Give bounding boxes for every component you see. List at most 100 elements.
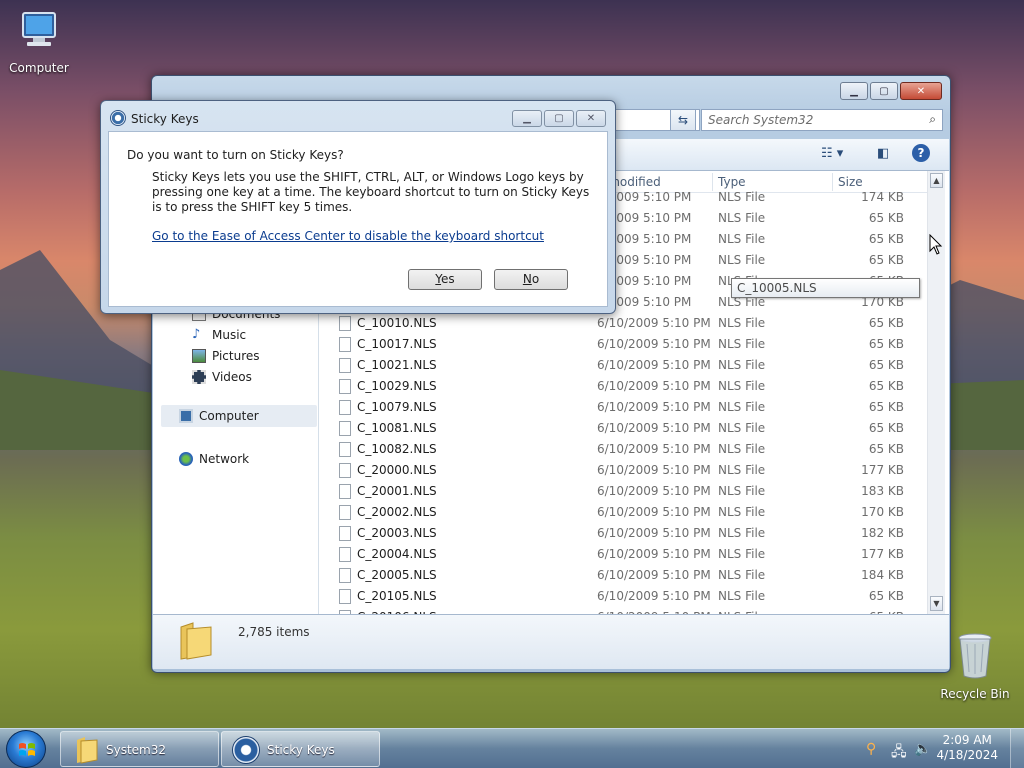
file-icon (339, 547, 351, 562)
file-type: NLS File (718, 211, 766, 225)
details-pane: 2,785 items (153, 614, 949, 669)
nav-item-network[interactable]: Network (179, 452, 249, 466)
start-button[interactable] (6, 730, 46, 768)
nav-item-music[interactable]: ♪ Music (192, 328, 247, 343)
taskbar: System32 Sticky Keys ⚲ 🖧 🔈 2:09 AM 4/18/… (0, 728, 1024, 768)
file-date: 6/10/2009 5:10 PM (597, 421, 711, 435)
file-name: C_20000.NLS (357, 463, 437, 477)
help-icon[interactable]: ? (912, 144, 930, 162)
ease-of-access-icon (110, 110, 126, 126)
minimize-icon: ▁ (850, 85, 858, 97)
desktop-icon-computer[interactable]: Computer (2, 10, 76, 75)
folder-icon (180, 622, 212, 660)
no-button[interactable]: No (494, 269, 568, 290)
file-type: NLS File (718, 253, 766, 267)
table-row[interactable]: C_10079.NLS 6/10/2009 5:10 PM NLS File 65 K… (319, 397, 931, 418)
desktop-icon-label: Recycle Bin (940, 687, 1010, 701)
taskbar-item-label: Sticky Keys (267, 743, 335, 757)
file-name: C_20003.NLS (357, 526, 437, 540)
view-options-icon[interactable]: ☷ ▾ (821, 146, 843, 161)
table-row[interactable]: C_20004.NLS 6/10/2009 5:10 PM NLS File 177 … (319, 544, 931, 565)
file-size: 170 KB (861, 505, 904, 519)
file-name: C_10079.NLS (357, 400, 437, 414)
file-icon (339, 589, 351, 604)
file-name: C_10017.NLS (357, 337, 437, 351)
table-row[interactable]: C_10010.NLS 6/10/2009 5:10 PM NLS File 65 K… (319, 313, 931, 334)
maximize-button[interactable]: ▢ (870, 82, 898, 100)
minimize-button[interactable]: ▁ (512, 110, 542, 127)
minimize-button[interactable]: ▁ (840, 82, 868, 100)
magnifier-icon[interactable]: ⚲ (866, 741, 876, 757)
file-icon (339, 316, 351, 331)
show-desktop-button[interactable] (1010, 729, 1024, 768)
file-icon (339, 421, 351, 436)
table-row[interactable]: C_20000.NLS 6/10/2009 5:10 PM NLS File 177 … (319, 460, 931, 481)
file-name: C_20004.NLS (357, 547, 437, 561)
file-name: C_20002.NLS (357, 505, 437, 519)
maximize-icon: ▢ (879, 85, 889, 97)
system-clock[interactable]: 2:09 AM 4/18/2024 (936, 733, 998, 763)
computer-icon (179, 409, 193, 423)
file-name: C_20005.NLS (357, 568, 437, 582)
search-placeholder: Search System32 (708, 113, 814, 127)
nav-label: Music (212, 328, 247, 342)
search-input[interactable]: Search System32 ⌕ (701, 109, 943, 131)
table-row[interactable]: C_10017.NLS 6/10/2009 5:10 PM NLS File 65 K… (319, 334, 931, 355)
table-row[interactable]: C_10081.NLS 6/10/2009 5:10 PM NLS File 65 K… (319, 418, 931, 439)
close-button[interactable]: ✕ (900, 82, 942, 100)
table-row[interactable]: C_10082.NLS 6/10/2009 5:10 PM NLS File 65 K… (319, 439, 931, 460)
no-label: o (531, 272, 540, 286)
volume-muted-icon[interactable]: 🔈 (914, 741, 931, 757)
close-button[interactable]: ✕ (576, 110, 606, 127)
file-size: 65 KB (868, 442, 904, 456)
file-date: 6/10/2009 5:10 PM (597, 484, 711, 498)
nav-item-computer[interactable]: Computer (161, 405, 317, 427)
file-size: 65 KB (868, 400, 904, 414)
table-row[interactable]: C_20001.NLS 6/10/2009 5:10 PM NLS File 183 … (319, 481, 931, 502)
scroll-down-button[interactable]: ▼ (930, 596, 943, 611)
table-row[interactable]: C_20105.NLS 6/10/2009 5:10 PM NLS File 65 K… (319, 586, 931, 607)
refresh-icon: ⇆ (677, 113, 689, 127)
nav-item-pictures[interactable]: Pictures (192, 349, 260, 363)
sticky-keys-dialog[interactable]: Sticky Keys ▁ ▢ ✕ Do you want to turn on… (100, 100, 616, 314)
file-size: 65 KB (868, 232, 904, 246)
preview-pane-icon[interactable]: ◧ (877, 146, 889, 161)
table-row[interactable]: C_20002.NLS 6/10/2009 5:10 PM NLS File 170 … (319, 502, 931, 523)
file-name: C_10021.NLS (357, 358, 437, 372)
file-type: NLS File (718, 421, 766, 435)
file-icon (339, 442, 351, 457)
file-date: 6/10/2009 5:10 PM (597, 463, 711, 477)
file-type: NLS File (718, 526, 766, 540)
ease-of-access-link[interactable]: Go to the Ease of Access Center to disab… (152, 229, 544, 243)
table-row[interactable]: C_20003.NLS 6/10/2009 5:10 PM NLS File 182 … (319, 523, 931, 544)
yes-button[interactable]: Yes (408, 269, 482, 290)
maximize-button[interactable]: ▢ (544, 110, 574, 127)
close-icon: ✕ (586, 113, 596, 124)
desktop-icon-label: Computer (9, 61, 69, 75)
search-icon[interactable]: ⌕ (929, 112, 936, 127)
mouse-cursor-icon (929, 234, 943, 255)
table-row[interactable]: C_20005.NLS 6/10/2009 5:10 PM NLS File 184 … (319, 565, 931, 586)
table-row[interactable]: C_10021.NLS 6/10/2009 5:10 PM NLS File 65 K… (319, 355, 931, 376)
file-icon (339, 358, 351, 373)
file-name: C_10010.NLS (357, 316, 437, 330)
file-icon (339, 463, 351, 478)
network-icon (179, 452, 193, 466)
nav-item-videos[interactable]: Videos (192, 370, 252, 384)
file-type: NLS File (718, 358, 766, 372)
file-size: 182 KB (861, 526, 904, 540)
table-row[interactable]: C_20106.NLS6/10/2009 5:10 PMNLS File65 K… (319, 607, 931, 614)
file-date: 6/10/2009 5:10 PM (597, 400, 711, 414)
dialog-description: Sticky Keys lets you use the SHIFT, CTRL… (152, 170, 590, 214)
taskbar-item-system32[interactable]: System32 (60, 731, 219, 767)
file-name: C_20105.NLS (357, 589, 437, 603)
file-icon (339, 337, 351, 352)
network-tray-icon[interactable]: 🖧 (891, 741, 907, 765)
taskbar-item-sticky-keys[interactable]: Sticky Keys (221, 731, 380, 767)
recycle-bin-icon (958, 633, 992, 679)
refresh-button[interactable]: ⇆ (670, 109, 696, 131)
file-size: 65 KB (868, 589, 904, 603)
dialog-body: Do you want to turn on Sticky Keys? Stic… (108, 131, 608, 307)
scroll-up-button[interactable]: ▲ (930, 173, 943, 188)
table-row[interactable]: C_10029.NLS 6/10/2009 5:10 PM NLS File 65 K… (319, 376, 931, 397)
